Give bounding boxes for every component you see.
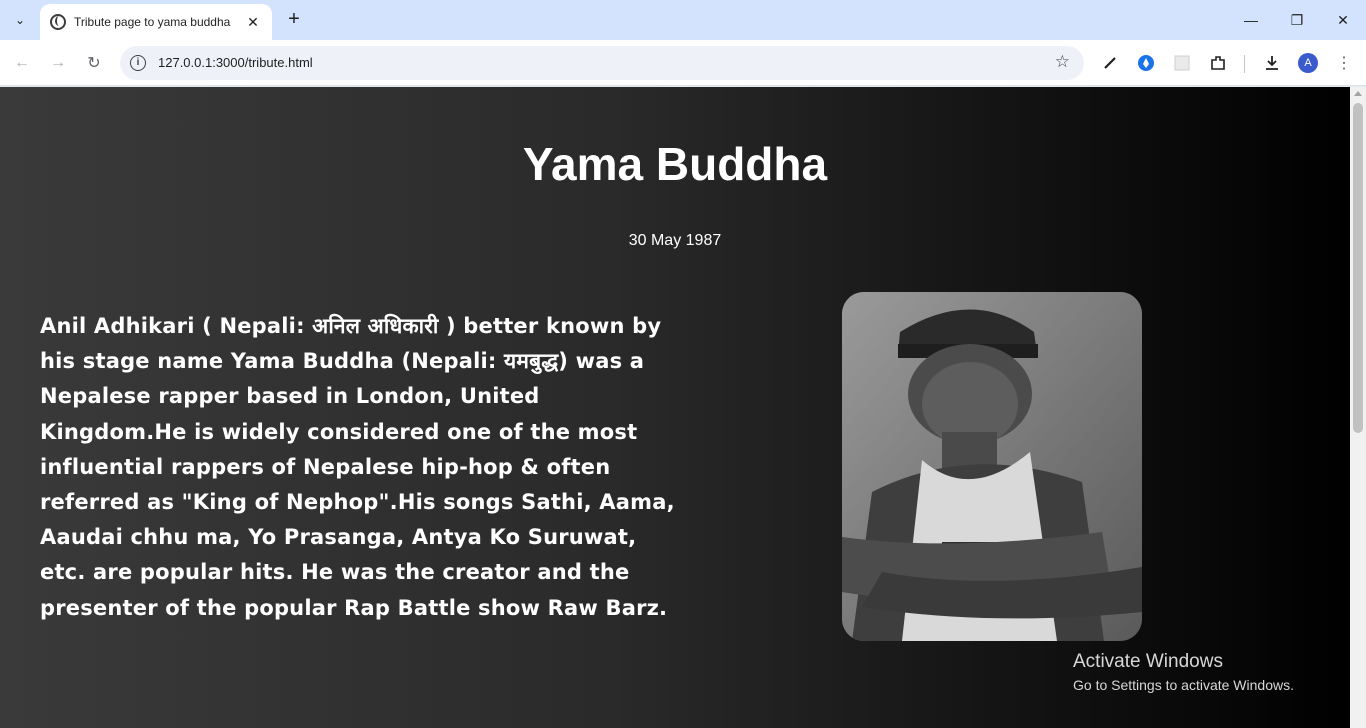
downloads-icon[interactable]: [1260, 51, 1284, 75]
scroll-up-arrow-icon[interactable]: [1354, 91, 1362, 96]
close-tab-icon[interactable]: ✕: [244, 14, 262, 31]
toolbar-separator: [1244, 55, 1245, 73]
birth-date: 30 May 1987: [628, 232, 722, 249]
reload-button[interactable]: ↻: [82, 51, 106, 75]
page-content: Yama Buddha 30 May 1987 Anil Adhikari ( …: [0, 87, 1350, 728]
url-text: 127.0.0.1:3000/tribute.html: [158, 55, 313, 70]
tab-title: Tribute page to yama buddha: [74, 15, 231, 29]
active-tab[interactable]: Tribute page to yama buddha ✕: [40, 4, 272, 40]
tab-strip: ⌄ Tribute page to yama buddha ✕ + — ❐ ✕: [0, 0, 1366, 40]
minimize-button[interactable]: —: [1228, 0, 1274, 40]
new-tab-button[interactable]: +: [282, 8, 306, 32]
biography-text: Anil Adhikari ( Nepali: अनिल अधिकारी ) b…: [40, 314, 675, 620]
drop-extension-icon[interactable]: [1134, 51, 1158, 75]
watermark-title: Activate Windows: [1073, 651, 1223, 672]
menu-kebab-icon[interactable]: ⋮: [1332, 51, 1356, 75]
forward-button[interactable]: →: [46, 51, 70, 75]
extensions-puzzle-icon[interactable]: [1206, 51, 1230, 75]
scroll-thumb[interactable]: [1353, 103, 1363, 433]
grid-extension-icon[interactable]: [1170, 51, 1194, 75]
watermark-subtitle: Go to Settings to activate Windows.: [1073, 677, 1294, 693]
browser-window: ⌄ Tribute page to yama buddha ✕ + — ❐ ✕ …: [0, 0, 1366, 728]
bookmark-star-icon[interactable]: ☆: [1055, 52, 1070, 72]
page-title: Yama Buddha: [522, 138, 828, 190]
back-button[interactable]: ←: [10, 51, 34, 75]
tab-search-chevron-icon[interactable]: ⌄: [8, 8, 32, 32]
globe-icon: [50, 14, 66, 30]
site-info-icon[interactable]: i: [130, 55, 146, 71]
address-bar[interactable]: i 127.0.0.1:3000/tribute.html ☆: [120, 46, 1084, 80]
close-window-button[interactable]: ✕: [1320, 0, 1366, 40]
profile-avatar[interactable]: A: [1298, 53, 1318, 73]
restore-button[interactable]: ❐: [1274, 0, 1320, 40]
portrait-photo: [842, 292, 1142, 641]
page-scrollbar[interactable]: [1350, 87, 1366, 728]
activate-windows-watermark: Activate Windows Go to Settings to activ…: [1073, 651, 1294, 693]
pen-extension-icon[interactable]: [1098, 51, 1122, 75]
toolbar: ← → ↻ i 127.0.0.1:3000/tribute.html ☆ A …: [0, 40, 1366, 86]
